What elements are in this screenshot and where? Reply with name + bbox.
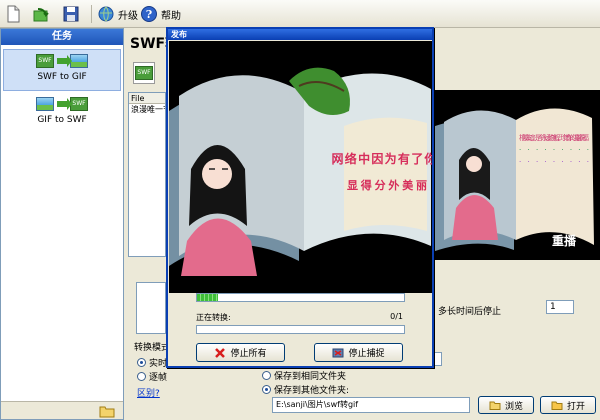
stop-after-spinner[interactable]: 1 bbox=[546, 300, 574, 314]
upgrade-button[interactable]: 升级 bbox=[97, 3, 138, 25]
radio-dot[interactable] bbox=[262, 371, 271, 380]
mode-frame-radio[interactable]: 逐帧 bbox=[137, 370, 167, 383]
swf-file-icon: SWF bbox=[36, 54, 54, 68]
upgrade-label: 升级 bbox=[118, 10, 138, 22]
radio-label: 实时 bbox=[149, 359, 168, 369]
capture-count: 53 bbox=[392, 281, 403, 290]
preview-animation: 相知友谊，是个永远的旅程，珍惜你的温馨祝福 · · · · · · · · · … bbox=[434, 108, 594, 252]
help-icon: ? bbox=[141, 6, 157, 22]
output-path-input[interactable]: E:\sanji\图片\swf转gif bbox=[272, 397, 470, 413]
radio-dot[interactable] bbox=[137, 372, 146, 381]
help-button[interactable]: ? 帮助 bbox=[140, 3, 181, 25]
file-column-header[interactable]: File bbox=[129, 93, 165, 104]
radio-dot[interactable] bbox=[262, 385, 271, 394]
stop-all-label: 停止所有 bbox=[230, 349, 267, 359]
stop-icon bbox=[215, 347, 226, 358]
help-label: 帮助 bbox=[161, 10, 181, 22]
image-file-icon bbox=[36, 97, 54, 111]
radio-label: 保存到其他文件夹: bbox=[274, 386, 350, 396]
capture-progress-bar bbox=[196, 293, 405, 302]
stop-all-button[interactable]: 停止所有 bbox=[196, 343, 285, 362]
spinner-small[interactable] bbox=[434, 352, 442, 366]
swf-file-icon: SWF bbox=[70, 97, 88, 111]
stop-after-label: 多长时间后停止 bbox=[438, 307, 502, 317]
difference-link[interactable]: 区别? bbox=[137, 386, 160, 399]
swf-file-icon: SWF bbox=[135, 66, 153, 80]
new-button[interactable] bbox=[4, 3, 22, 25]
stop-capture-label: 停止捕捉 bbox=[348, 349, 385, 359]
svg-text:?: ? bbox=[146, 8, 152, 21]
floppy-icon bbox=[63, 6, 79, 22]
arrow-right-icon bbox=[57, 98, 72, 110]
file-row[interactable]: 浪漫唯一节日 bbox=[129, 104, 165, 116]
open-button[interactable] bbox=[32, 3, 50, 25]
task-gif-to-swf[interactable]: SWF GIF to SWF bbox=[3, 93, 121, 135]
radio-dot[interactable] bbox=[137, 358, 146, 367]
capture-label: 捕获图像: 浪漫唯一节日快乐.swf bbox=[196, 282, 314, 291]
save-other-folder-radio[interactable]: 保存到其他文件夹: bbox=[262, 383, 349, 396]
task-panel-scrollbar[interactable] bbox=[1, 401, 123, 419]
mode-realtime-radio[interactable]: 实时 bbox=[137, 356, 167, 369]
add-file-button[interactable]: SWF bbox=[133, 62, 155, 84]
dialog-preview-animation: 网络中因为有了你 显得分外美丽 bbox=[169, 67, 433, 276]
convert-label: 正在转换: bbox=[196, 313, 231, 322]
stop-capture-icon bbox=[332, 348, 344, 357]
replay-button[interactable]: 重播 bbox=[552, 233, 577, 248]
swf-preview-panel: 相知友谊，是个永远的旅程，珍惜你的温馨祝福 · · · · · · · · · … bbox=[434, 90, 600, 260]
file-list[interactable]: File 浪漫唯一节日 bbox=[128, 92, 166, 257]
preview-poem-line: · · · · · · · · · bbox=[519, 146, 589, 154]
browse-label: 浏览 bbox=[504, 401, 523, 412]
dialog-preview: 网络中因为有了你 显得分外美丽 bbox=[169, 41, 432, 293]
open-arrow-icon bbox=[33, 8, 49, 22]
arrow-right-icon bbox=[57, 55, 72, 67]
document-icon bbox=[7, 5, 20, 23]
stop-capture-button[interactable]: 停止捕捉 bbox=[314, 343, 403, 362]
task-label: SWF to GIF bbox=[37, 72, 87, 82]
save-same-folder-radio[interactable]: 保存到相同文件夹 bbox=[262, 369, 346, 382]
folder-icon bbox=[99, 406, 115, 418]
globe-icon bbox=[98, 6, 114, 22]
radio-label: 逐帧 bbox=[149, 373, 168, 383]
task-panel-title: 任务 bbox=[1, 29, 123, 45]
radio-label: 保存到相同文件夹 bbox=[274, 372, 347, 382]
capture-progress-fill bbox=[197, 294, 218, 301]
image-file-icon bbox=[70, 54, 88, 68]
task-panel: 任务 SWF SWF to GIF SWF GIF to SWF bbox=[0, 28, 124, 420]
toolbar: 升级 ? 帮助 bbox=[0, 0, 600, 28]
preview-poem-text: 相知友谊，是个永远的旅程，珍惜你的温馨祝福 bbox=[519, 133, 589, 142]
thumbnail-box bbox=[136, 282, 166, 334]
folder-open-icon bbox=[551, 401, 563, 410]
save-button[interactable] bbox=[62, 3, 80, 25]
conversion-mode-label: 转换模式 bbox=[134, 343, 171, 353]
open-label: 打开 bbox=[566, 401, 585, 412]
convert-count: 0/1 bbox=[390, 312, 403, 321]
task-label: GIF to SWF bbox=[37, 115, 87, 125]
dialog-title: 发布 bbox=[168, 29, 432, 40]
preview-line-1: 网络中因为有了你 bbox=[332, 151, 433, 166]
task-swf-to-gif[interactable]: SWF SWF to GIF bbox=[3, 49, 121, 91]
open-folder-button[interactable]: 打开 bbox=[540, 396, 596, 414]
convert-progress-bar bbox=[196, 325, 405, 334]
preview-poem-line: · · · · · · · · · bbox=[519, 158, 589, 166]
folder-icon bbox=[489, 401, 501, 410]
browse-button[interactable]: 浏览 bbox=[478, 396, 534, 414]
publish-dialog: 发布 网络中因为有了你 显得分外美丽 捕获图像: 浪漫唯一节日快乐.swf 53… bbox=[166, 27, 434, 368]
